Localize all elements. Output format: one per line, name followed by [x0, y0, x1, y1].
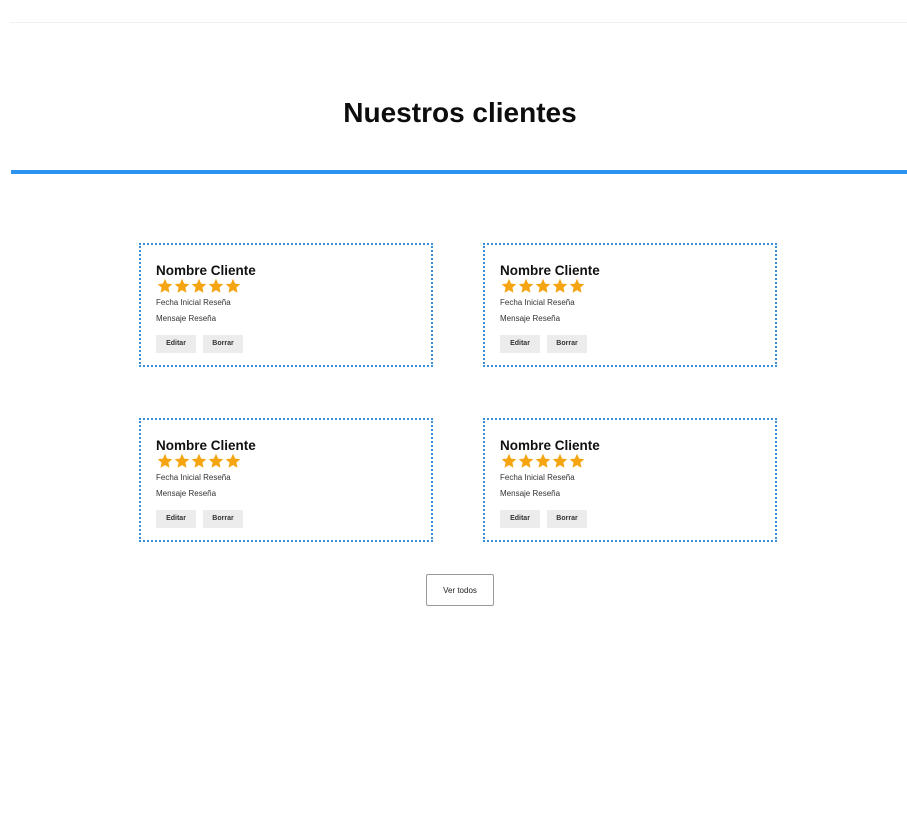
delete-button[interactable]: Borrar: [203, 335, 243, 353]
star-rating: [157, 278, 241, 294]
star-icon: [518, 453, 534, 468]
star-icon: [191, 278, 207, 293]
review-date: Fecha Inicial Reseña: [500, 473, 575, 482]
review-message: Mensaje Reseña: [500, 489, 561, 498]
review-message: Mensaje Reseña: [500, 314, 561, 323]
review-date: Fecha Inicial Reseña: [156, 298, 231, 307]
top-divider: [10, 22, 907, 23]
star-icon: [174, 453, 190, 468]
client-name: Nombre Cliente: [500, 438, 600, 453]
delete-button[interactable]: Borrar: [547, 510, 587, 528]
star-icon: [225, 278, 241, 293]
star-icon: [208, 278, 224, 293]
review-date: Fecha Inicial Reseña: [156, 473, 231, 482]
edit-button[interactable]: Editar: [500, 335, 540, 353]
star-icon: [501, 453, 517, 468]
edit-button[interactable]: Editar: [156, 510, 196, 528]
star-icon: [208, 453, 224, 468]
client-name: Nombre Cliente: [156, 438, 256, 453]
star-rating: [501, 278, 585, 294]
star-icon: [501, 278, 517, 293]
star-icon: [569, 453, 585, 468]
star-icon: [191, 453, 207, 468]
star-rating: [157, 453, 241, 469]
star-icon: [157, 278, 173, 293]
edit-button[interactable]: Editar: [500, 510, 540, 528]
review-message: Mensaje Reseña: [156, 489, 217, 498]
star-icon: [535, 278, 551, 293]
review-card: Nombre Cliente Fecha Inicial Reseña Mens…: [483, 243, 777, 367]
client-name: Nombre Cliente: [156, 263, 256, 278]
star-icon: [552, 453, 568, 468]
page-title: Nuestros clientes: [343, 97, 577, 128]
star-icon: [518, 278, 534, 293]
star-icon: [157, 453, 173, 468]
section-divider: [11, 170, 907, 174]
review-date: Fecha Inicial Reseña: [500, 298, 575, 307]
client-name: Nombre Cliente: [500, 263, 600, 278]
review-card: Nombre Cliente Fecha Inicial Reseña Mens…: [483, 418, 777, 542]
star-rating: [501, 453, 585, 469]
star-icon: [535, 453, 551, 468]
delete-button[interactable]: Borrar: [203, 510, 243, 528]
review-message: Mensaje Reseña: [156, 314, 217, 323]
page: Nuestros clientes Nombre Cliente Fecha I…: [0, 0, 907, 836]
edit-button[interactable]: Editar: [156, 335, 196, 353]
delete-button[interactable]: Borrar: [547, 335, 587, 353]
star-icon: [225, 453, 241, 468]
star-icon: [569, 278, 585, 293]
review-card: Nombre Cliente Fecha Inicial Reseña Mens…: [139, 418, 433, 542]
review-card: Nombre Cliente Fecha Inicial Reseña Mens…: [139, 243, 433, 367]
see-all-button[interactable]: Ver todos: [426, 574, 494, 606]
star-icon: [552, 278, 568, 293]
star-icon: [174, 278, 190, 293]
